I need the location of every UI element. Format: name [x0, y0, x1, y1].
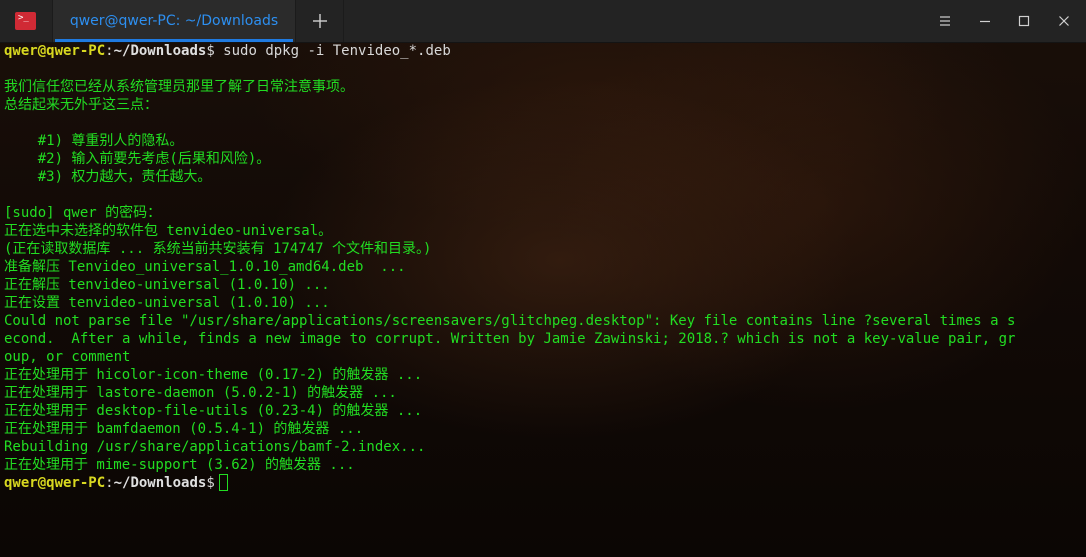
output-line: 总结起来无外乎这三点：	[4, 97, 158, 113]
prompt-dollar: $	[206, 43, 215, 59]
output-line: 正在处理用于 lastore-daemon (5.0.2-1) 的触发器 ...	[4, 385, 397, 401]
title-bar[interactable]: >_ qwer@qwer-PC: ~/Downloads	[0, 0, 1086, 43]
close-icon	[1059, 16, 1069, 26]
output-line: 正在处理用于 desktop-file-utils (0.23-4) 的触发器 …	[4, 403, 423, 419]
prompt-separator: :	[105, 475, 114, 491]
minimize-icon	[980, 20, 990, 23]
prompt-user: qwer@qwer-PC	[4, 475, 106, 491]
output-line: 正在选中未选择的软件包 tenvideo-universal。	[4, 223, 333, 239]
prompt-user: qwer@qwer-PC	[4, 43, 106, 59]
output-line: 正在解压 tenvideo-universal (1.0.10) ...	[4, 277, 330, 293]
output-line: 正在设置 tenvideo-universal (1.0.10) ...	[4, 295, 330, 311]
prompt-path: ~/Downloads	[113, 475, 207, 491]
minimize-button[interactable]	[965, 0, 1005, 42]
output-line: 准备解压 Tenvideo_universal_1.0.10_amd64.deb…	[4, 259, 406, 275]
close-button[interactable]	[1044, 0, 1084, 42]
prompt-dollar: $	[206, 475, 215, 491]
tab-downloads[interactable]: qwer@qwer-PC: ~/Downloads	[52, 0, 296, 42]
prompt-path: ~/Downloads	[113, 43, 207, 59]
output-line: econd. After a while, finds a new image …	[4, 331, 1016, 347]
output-line: #3) 权力越大，责任越大。	[4, 169, 212, 185]
output-line: (正在读取数据库 ... 系统当前共安装有 174747 个文件和目录。)	[4, 241, 432, 257]
entered-command: sudo dpkg -i Tenvideo_*.deb	[214, 43, 451, 59]
hamburger-menu-icon	[940, 16, 950, 26]
maximize-icon	[1018, 15, 1030, 27]
output-line: Rebuilding /usr/share/applications/bamf-…	[4, 439, 426, 455]
output-line: 正在处理用于 bamfdaemon (0.5.4-1) 的触发器 ...	[4, 421, 364, 437]
output-line: 正在处理用于 hicolor-icon-theme (0.17-2) 的触发器 …	[4, 367, 423, 383]
terminal-output[interactable]: qwer@qwer-PC:~/Downloads$ sudo dpkg -i T…	[4, 42, 1084, 557]
command-line: qwer@qwer-PC:~/Downloads$ sudo dpkg -i T…	[4, 42, 1084, 60]
terminal-app-icon[interactable]: >_	[15, 12, 36, 30]
maximize-button[interactable]	[1004, 0, 1044, 42]
tab-label: qwer@qwer-PC: ~/Downloads	[69, 13, 279, 29]
output-line: 我们信任您已经从系统管理员那里了解了日常注意事项。	[4, 79, 354, 95]
prompt-line[interactable]: qwer@qwer-PC:~/Downloads$	[4, 474, 1084, 492]
output-line: #2) 输入前要先考虑(后果和风险)。	[4, 151, 271, 167]
plus-icon	[313, 14, 327, 28]
new-tab-button[interactable]	[296, 0, 344, 42]
output-line: oup, or comment	[4, 349, 131, 365]
prompt-separator: :	[105, 43, 114, 59]
menu-button[interactable]	[925, 0, 965, 42]
text-cursor[interactable]	[218, 474, 228, 491]
output-line: 正在处理用于 mime-support (3.62) 的触发器 ...	[4, 457, 355, 473]
output-line: Could not parse file "/usr/share/applica…	[4, 313, 1016, 329]
output-line: #1) 尊重别人的隐私。	[4, 133, 184, 149]
terminal-window: >_ qwer@qwer-PC: ~/Downloads qwer@qwer-P…	[0, 0, 1086, 557]
output-line: [sudo] qwer 的密码：	[4, 205, 162, 221]
